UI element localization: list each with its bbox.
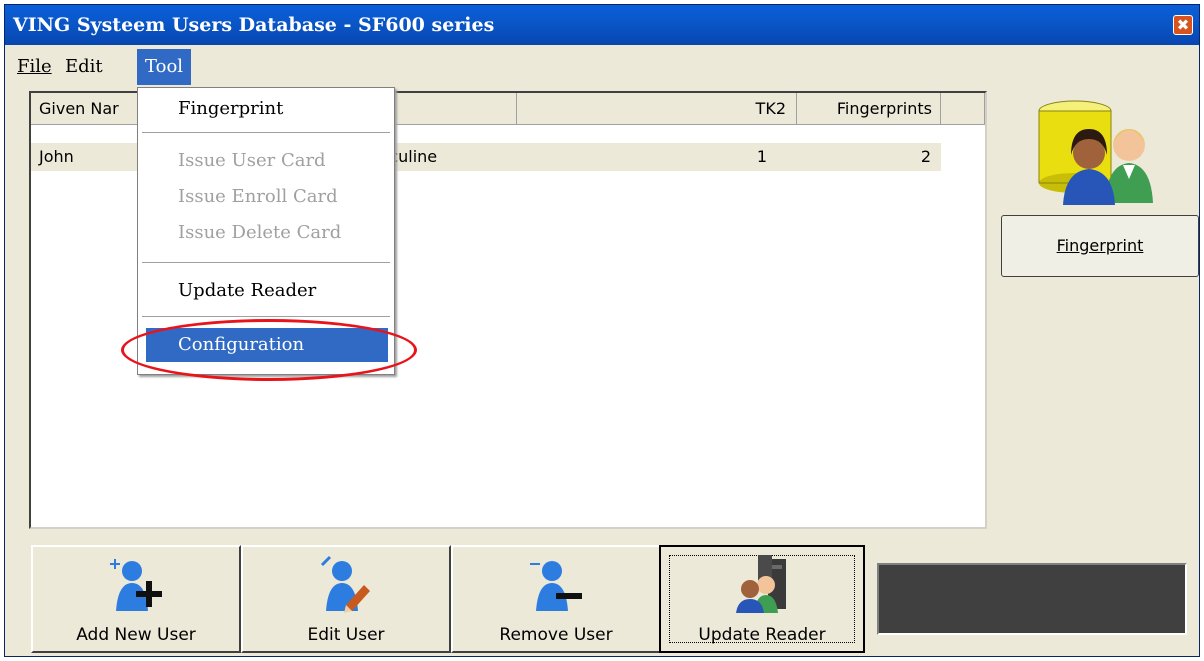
column-given-name[interactable]: Given Nar	[31, 93, 139, 125]
remove-user-icon	[526, 555, 586, 615]
cell-given-name: John	[39, 147, 74, 166]
column-tk2[interactable]: TK2	[517, 93, 797, 125]
menu-item-fingerprint[interactable]: Fingerprint	[138, 92, 394, 126]
menu-bar: File Edit Tool	[5, 49, 1199, 85]
users-database-icon	[1033, 99, 1163, 209]
edit-user-label: Edit User	[307, 625, 385, 645]
add-user-icon	[106, 555, 166, 615]
add-new-user-label: Add New User	[76, 625, 196, 645]
menu-tool[interactable]: Tool	[137, 49, 192, 85]
tool-dropdown-menu: Fingerprint Issue User Card Issue Enroll…	[137, 87, 395, 375]
menu-separator	[142, 262, 390, 263]
update-reader-label: Update Reader	[698, 625, 826, 645]
update-reader-button[interactable]: Update Reader	[659, 545, 865, 653]
status-panel	[877, 563, 1187, 635]
add-new-user-button[interactable]: Add New User	[31, 545, 241, 653]
column-fingerprints[interactable]: Fingerprints	[797, 93, 941, 125]
edit-user-button[interactable]: Edit User	[241, 545, 451, 653]
menu-item-configuration[interactable]: Configuration	[146, 328, 388, 362]
main-window: VING Systeem Users Database - SF600 seri…	[4, 4, 1200, 657]
menu-item-issue-user-card: Issue User Card	[178, 150, 326, 171]
column-filler	[941, 93, 985, 125]
title-bar: VING Systeem Users Database - SF600 seri…	[5, 5, 1199, 45]
menu-separator	[142, 316, 390, 317]
window-title: VING Systeem Users Database - SF600 seri…	[13, 14, 495, 36]
cell-tk2: 1	[756, 147, 767, 166]
fingerprint-button[interactable]: Fingerprint	[1001, 215, 1199, 277]
fingerprint-button-label: Fingerprint	[1056, 236, 1144, 255]
menu-item-update-reader[interactable]: Update Reader	[138, 274, 394, 308]
update-reader-icon	[732, 555, 792, 615]
edit-user-icon	[316, 555, 376, 615]
close-icon[interactable]: ✖	[1173, 15, 1193, 35]
menu-item-issue-enroll-card: Issue Enroll Card	[178, 186, 338, 207]
menu-file-label: File	[17, 56, 52, 77]
cell-fingerprints: 2	[920, 147, 931, 166]
menu-edit[interactable]: Edit	[57, 49, 111, 85]
menu-file[interactable]: File	[9, 49, 60, 85]
remove-user-label: Remove User	[499, 625, 613, 645]
menu-separator	[142, 132, 390, 133]
remove-user-button[interactable]: Remove User	[451, 545, 661, 653]
menu-item-issue-delete-card: Issue Delete Card	[178, 222, 342, 243]
